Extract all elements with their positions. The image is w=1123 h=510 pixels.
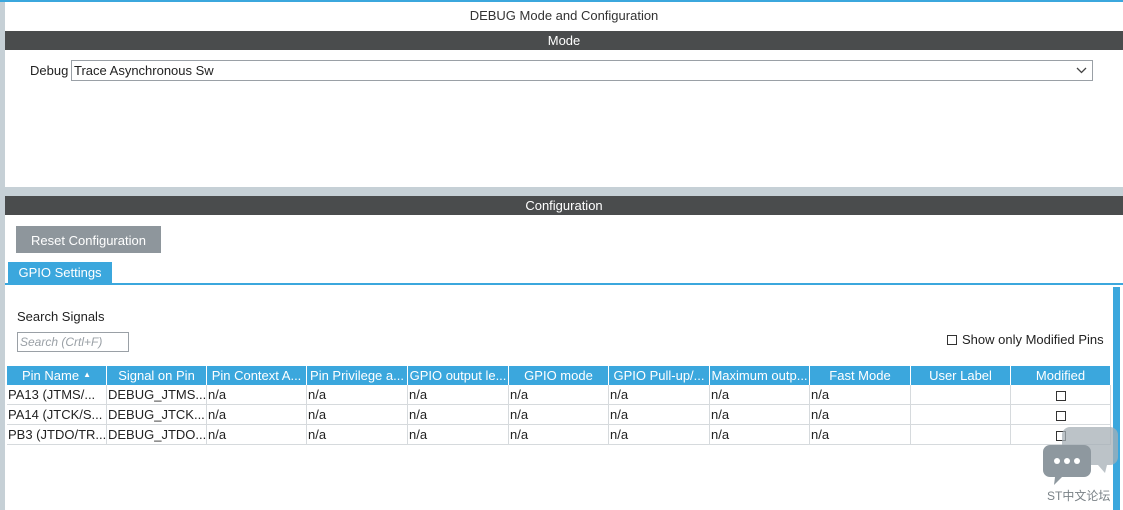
column-header-modified[interactable]: Modified [1011, 366, 1111, 385]
section-divider [5, 187, 1123, 196]
show-modified-toggle[interactable]: Show only Modified Pins [947, 332, 1104, 347]
modified-checkbox[interactable] [1055, 410, 1066, 421]
cell-maximum-output: n/a [710, 405, 810, 425]
cell-maximum-output: n/a [710, 425, 810, 445]
cell-pin-name: PB3 (JTDO/TR... [7, 425, 107, 445]
cell-gpio-output-level: n/a [408, 425, 509, 445]
cell-pin-privilege: n/a [307, 385, 408, 405]
table-row[interactable]: PB3 (JTDO/TR... DEBUG_JTDO... n/a n/a n/… [7, 425, 1111, 445]
debug-select[interactable]: Trace Asynchronous Sw [71, 60, 1093, 81]
tab-gpio-settings[interactable]: GPIO Settings [8, 262, 112, 284]
column-header-fast-mode[interactable]: Fast Mode [810, 366, 911, 385]
cell-fast-mode: n/a [810, 425, 911, 445]
column-header-maximum-output[interactable]: Maximum outp... [710, 366, 810, 385]
modified-checkbox[interactable] [1055, 390, 1066, 401]
cell-gpio-pull: n/a [609, 385, 710, 405]
cell-gpio-mode: n/a [509, 385, 609, 405]
cell-signal: DEBUG_JTCK... [107, 405, 207, 425]
cell-gpio-mode: n/a [509, 405, 609, 425]
cell-pin-privilege: n/a [307, 425, 408, 445]
debug-select-value: Trace Asynchronous Sw [74, 63, 214, 78]
cell-gpio-output-level: n/a [408, 385, 509, 405]
reset-configuration-button[interactable]: Reset Configuration [16, 226, 161, 253]
tab-underline [5, 283, 1123, 285]
search-signals-input[interactable] [17, 332, 129, 352]
sort-ascending-icon: ▲ [83, 370, 91, 379]
cell-user-label[interactable] [911, 425, 1011, 445]
column-header-signal-on-pin[interactable]: Signal on Pin [107, 366, 207, 385]
column-header-pin-context[interactable]: Pin Context A... [207, 366, 307, 385]
table-header-row: Pin Name ▲ Signal on Pin Pin Context A...… [7, 366, 1111, 385]
column-header-gpio-output-level[interactable]: GPIO output le... [408, 366, 509, 385]
cell-pin-name: PA14 (JTCK/S... [7, 405, 107, 425]
cell-gpio-output-level: n/a [408, 405, 509, 425]
cell-pin-privilege: n/a [307, 405, 408, 425]
show-modified-label: Show only Modified Pins [962, 332, 1104, 347]
left-border [0, 2, 5, 510]
cell-pin-context: n/a [207, 425, 307, 445]
cell-modified [1011, 405, 1111, 425]
cell-gpio-mode: n/a [509, 425, 609, 445]
mode-section-header: Mode [5, 31, 1123, 50]
column-header-gpio-pull[interactable]: GPIO Pull-up/... [609, 366, 710, 385]
configuration-section-header: Configuration [5, 196, 1123, 215]
cell-pin-context: n/a [207, 405, 307, 425]
column-header-pin-privilege[interactable]: Pin Privilege a... [307, 366, 408, 385]
cell-signal: DEBUG_JTDO... [107, 425, 207, 445]
table-row[interactable]: PA14 (JTCK/S... DEBUG_JTCK... n/a n/a n/… [7, 405, 1111, 425]
show-modified-checkbox[interactable] [947, 334, 957, 345]
chevron-down-icon [1076, 61, 1087, 87]
cell-signal: DEBUG_JTMS... [107, 385, 207, 405]
cell-user-label[interactable] [911, 405, 1011, 425]
debug-label: Debug [30, 63, 69, 78]
cell-user-label[interactable] [911, 385, 1011, 405]
cell-fast-mode: n/a [810, 405, 911, 425]
table-row[interactable]: PA13 (JTMS/... DEBUG_JTMS... n/a n/a n/a… [7, 385, 1111, 405]
panel-title: DEBUG Mode and Configuration [469, 8, 659, 23]
cell-fast-mode: n/a [810, 385, 911, 405]
watermark-text: ST中文论坛 [1047, 489, 1111, 503]
cell-pin-context: n/a [207, 385, 307, 405]
cell-gpio-pull: n/a [609, 405, 710, 425]
search-signals-label: Search Signals [17, 309, 105, 324]
gpio-table: Pin Name ▲ Signal on Pin Pin Context A...… [7, 366, 1111, 445]
cell-modified [1011, 385, 1111, 405]
cell-gpio-pull: n/a [609, 425, 710, 445]
cell-maximum-output: n/a [710, 385, 810, 405]
column-header-pin-name[interactable]: Pin Name ▲ [7, 366, 107, 385]
column-header-gpio-mode[interactable]: GPIO mode [509, 366, 609, 385]
cell-pin-name: PA13 (JTMS/... [7, 385, 107, 405]
column-header-user-label[interactable]: User Label [911, 366, 1011, 385]
